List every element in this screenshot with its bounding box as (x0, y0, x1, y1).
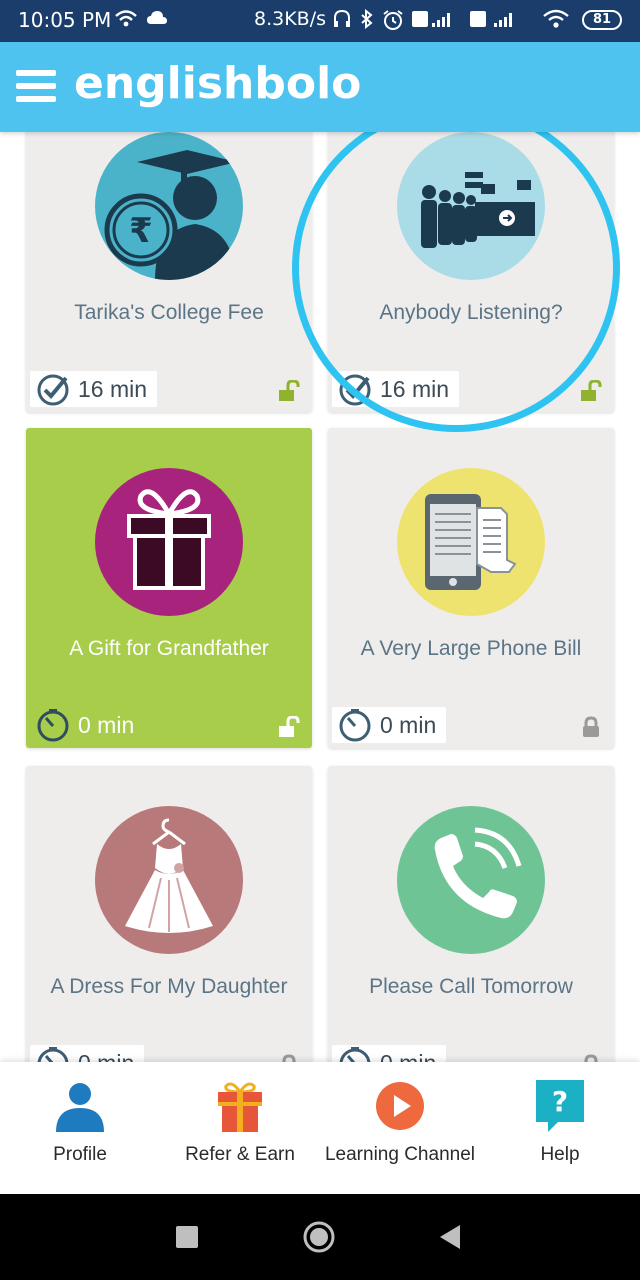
story-duration: 16 min (332, 371, 460, 407)
timer-check-icon (339, 374, 371, 406)
unlocked-icon (279, 716, 300, 737)
story-title: A Very Large Phone Bill (360, 637, 582, 660)
lock-icon (282, 1054, 296, 1062)
timer-icon (339, 1047, 371, 1062)
story-card-dress-daughter[interactable]: A Dress For My Daughter 0 min (26, 766, 312, 1062)
network-speed: 8.3KB/s (254, 8, 327, 30)
svg-text:?: ? (552, 1085, 568, 1118)
timer-icon (37, 709, 69, 742)
wifi-icon (114, 9, 138, 31)
recent-apps-icon[interactable] (176, 1226, 198, 1248)
college-fee-icon: ₹ (95, 132, 243, 280)
duration-text: 16 min (78, 375, 148, 402)
gift-icon (218, 1082, 262, 1132)
timer-icon (339, 709, 371, 742)
duration-text: 0 min (78, 711, 135, 738)
play-icon (376, 1082, 424, 1130)
menu-icon[interactable] (16, 70, 58, 106)
story-duration: 16 min (30, 371, 158, 407)
profile-icon (56, 1083, 104, 1132)
alarm-icon (382, 9, 404, 31)
nav-label: Learning Channel (324, 1144, 475, 1165)
wifi-signal-icon (542, 9, 570, 31)
story-title: Tarika's College Fee (74, 301, 264, 324)
story-title: A Gift for Grandfather (69, 637, 269, 660)
story-card-phone-bill[interactable]: A Very Large Phone Bill 0 min (328, 428, 614, 748)
cloud-icon (146, 9, 168, 31)
story-title: Anybody Listening? (379, 301, 563, 324)
duration-text: 16 min (380, 375, 450, 402)
unlocked-icon (279, 380, 300, 401)
bottom-nav: Profile Refer & Earn Learning Channel ? … (0, 1062, 640, 1194)
back-icon[interactable] (438, 1224, 462, 1250)
nav-help[interactable]: ? Help (480, 1074, 640, 1184)
lock-icon (583, 716, 599, 737)
story-title: A Dress For My Daughter (50, 975, 288, 998)
system-nav-bar (0, 1194, 640, 1280)
timer-icon (37, 1047, 69, 1062)
phone-bill-icon (397, 468, 545, 616)
timer-check-icon (37, 374, 69, 406)
story-card-call-tomorrow[interactable]: Please Call Tomorrow 0 min (328, 766, 614, 1062)
bluetooth-icon (360, 8, 374, 31)
story-card-anybody-listening[interactable]: Anybody Listening? 16 min (328, 132, 614, 412)
brand-logo: englishbolo (74, 58, 362, 109)
gift-icon (95, 468, 243, 616)
nav-learning-channel[interactable]: Learning Channel (320, 1074, 480, 1184)
nav-label: Help (540, 1144, 580, 1165)
svg-text:₹: ₹ (129, 211, 153, 251)
help-icon: ? (536, 1080, 584, 1132)
duration-text: 0 min (380, 711, 437, 738)
phone-call-icon (397, 806, 545, 954)
nav-profile[interactable]: Profile (0, 1074, 160, 1184)
duration-text: 0 min (380, 1050, 436, 1063)
lock-icon (584, 1054, 598, 1062)
story-duration: 0 min (332, 707, 447, 743)
story-grid[interactable]: ₹ Tarika's College Fee 16 min Anybody Li… (0, 132, 640, 1062)
volte-signal-2-icon (470, 9, 534, 31)
headphones-icon (332, 9, 352, 31)
duration-text: 0 min (78, 1050, 134, 1063)
story-duration: 0 min (332, 1045, 447, 1063)
nav-refer-earn[interactable]: Refer & Earn (160, 1074, 320, 1184)
story-duration: 0 min (30, 1045, 145, 1063)
battery-indicator: 81 (582, 10, 622, 30)
story-card-gift-grandfather[interactable]: A Gift for Grandfather 0 min (26, 428, 312, 748)
unlocked-icon (581, 380, 602, 401)
volte-signal-icon (412, 9, 460, 31)
nav-label: Profile (53, 1144, 107, 1165)
story-title: Please Call Tomorrow (369, 975, 573, 998)
status-time: 10:05 PM (18, 8, 112, 32)
app-bar: englishbolo (0, 42, 640, 132)
home-icon[interactable] (302, 1220, 336, 1254)
story-card-college-fee[interactable]: ₹ Tarika's College Fee 16 min (26, 132, 312, 412)
status-bar: 10:05 PM 8.3KB/s 81 (0, 0, 640, 42)
nav-label: Refer & Earn (185, 1144, 295, 1165)
queue-icon (397, 132, 545, 280)
story-duration: 0 min (30, 707, 144, 743)
dress-icon (95, 806, 243, 954)
